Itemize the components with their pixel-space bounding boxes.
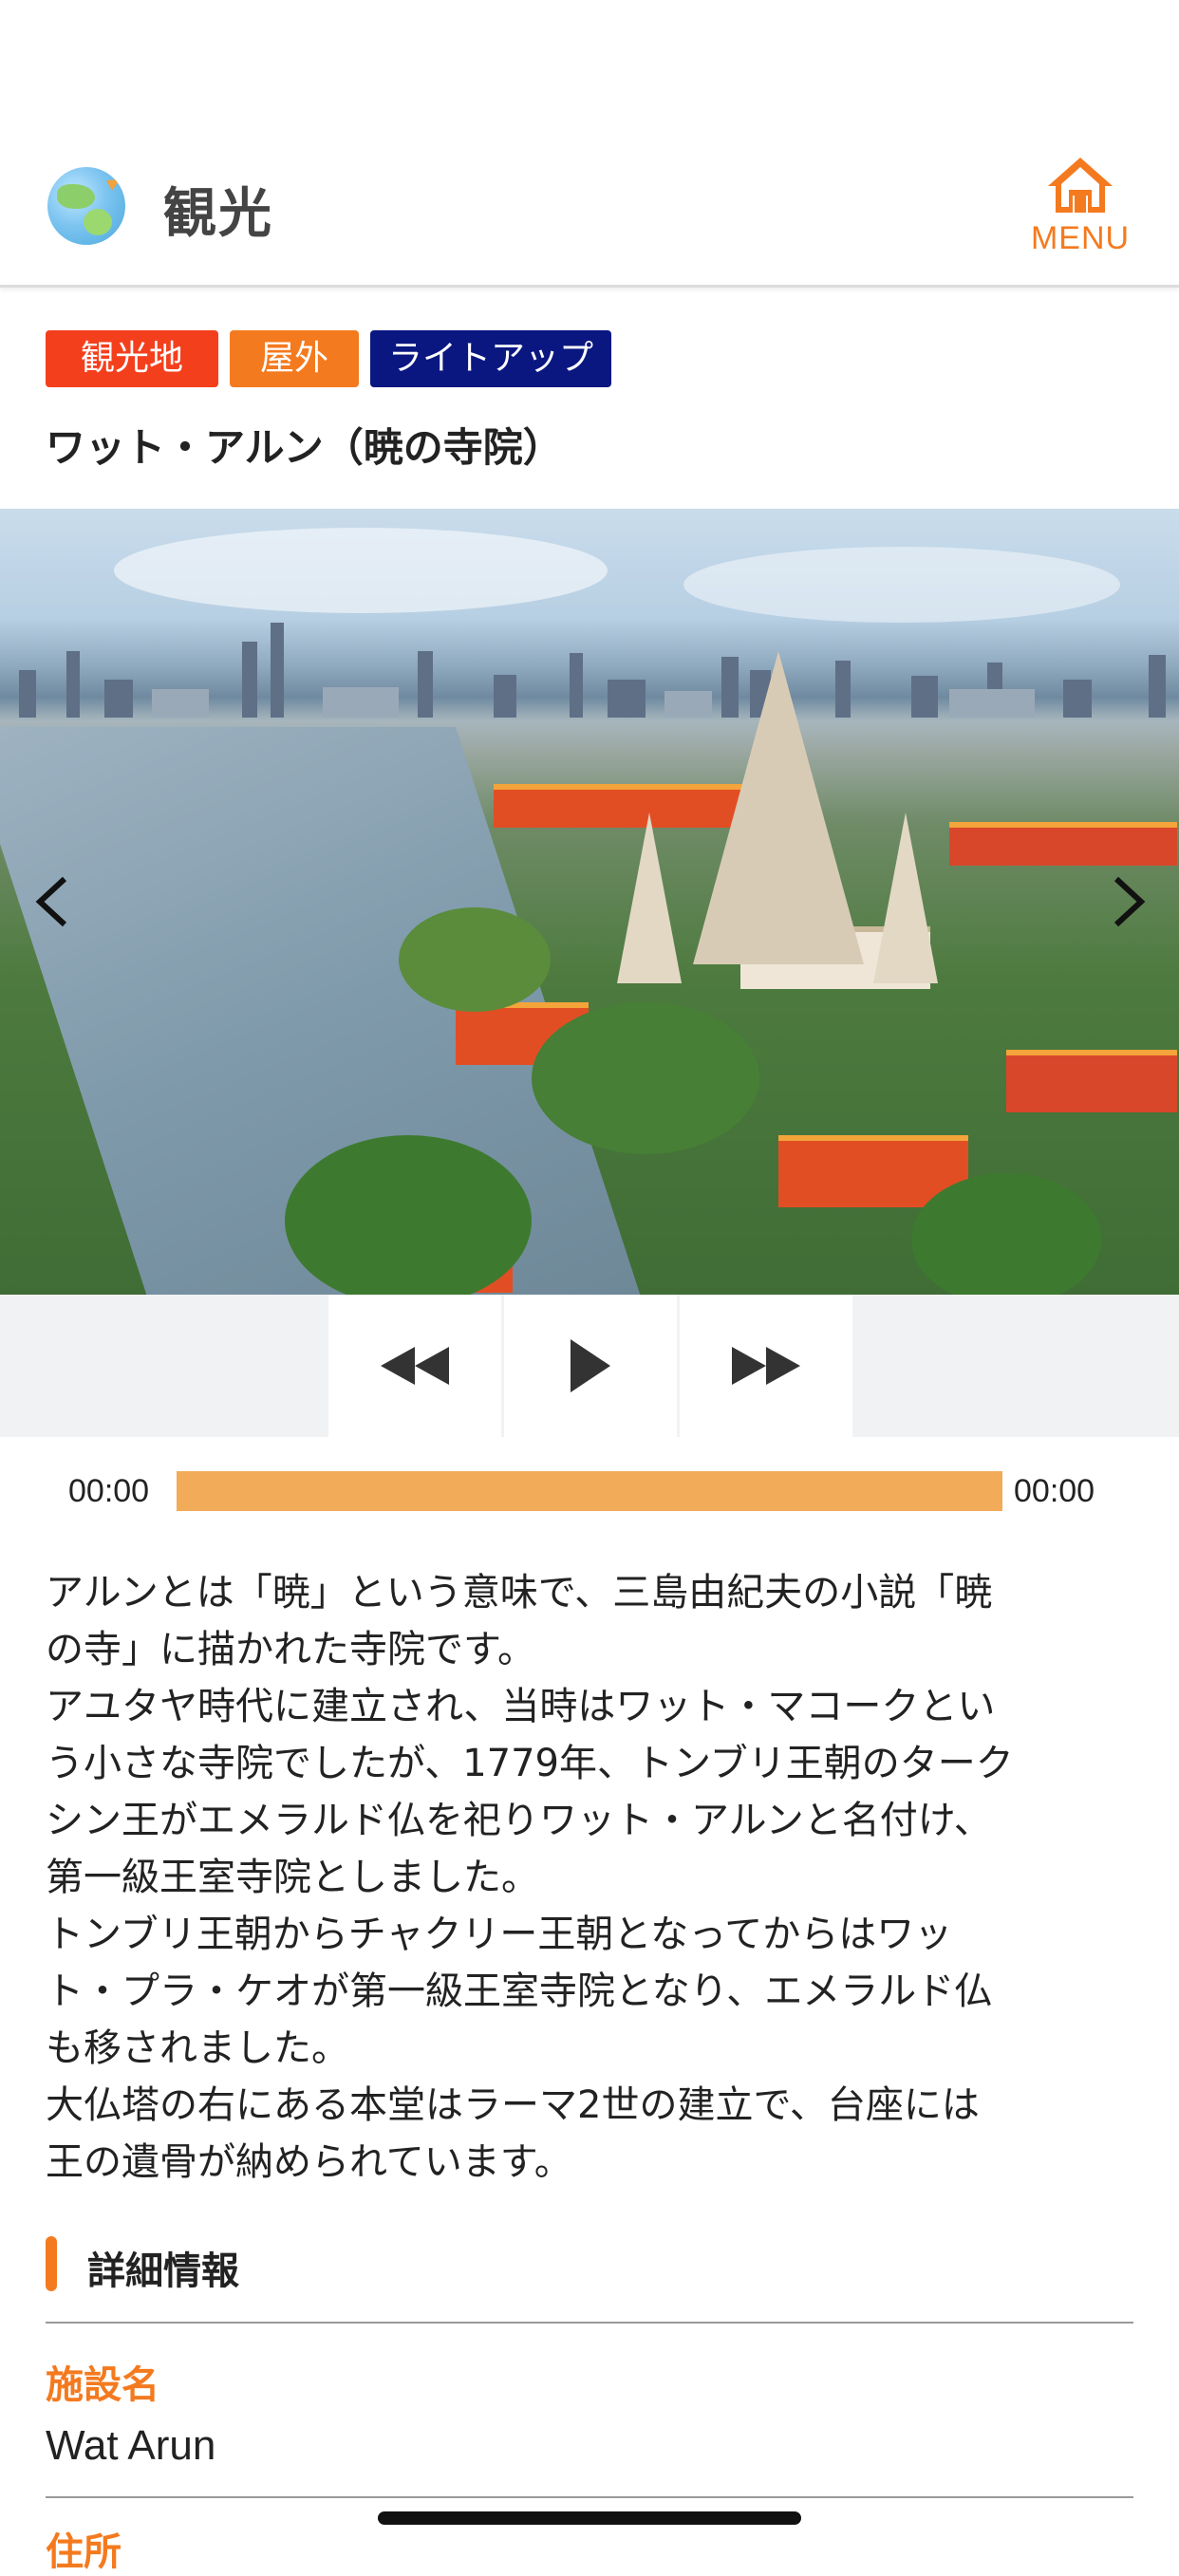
chevron-left-icon [35, 876, 67, 927]
spot-photo [0, 509, 1179, 1295]
menu-label: MENU [1030, 220, 1131, 256]
gallery-next-button[interactable] [1097, 873, 1154, 930]
time-total: 00:00 [1014, 1473, 1095, 1509]
rewind-button[interactable] [328, 1295, 501, 1437]
time-elapsed: 00:00 [68, 1473, 150, 1509]
chevron-right-icon [1114, 876, 1146, 927]
menu-button[interactable]: MENU [1023, 152, 1137, 266]
details-heading: 詳細情報 [87, 2249, 239, 2293]
rewind-icon [381, 1347, 449, 1385]
gallery-prev-button[interactable] [27, 873, 84, 930]
divider [46, 2322, 1133, 2324]
tag-outdoor: 屋外 [230, 330, 359, 387]
spot-title: ワット・アルン（暁の寺院） [46, 424, 563, 471]
fast-forward-button[interactable] [680, 1295, 852, 1437]
play-button[interactable] [504, 1295, 677, 1437]
fast-forward-icon [732, 1347, 800, 1385]
home-icon [1048, 158, 1113, 213]
audio-progress-bar[interactable] [177, 1471, 1002, 1511]
section-accent-bar [46, 2236, 57, 2291]
address-label: 住所 [46, 2530, 122, 2574]
home-indicator [378, 2511, 801, 2525]
facility-name-value: Wat Arun [46, 2422, 216, 2469]
page-title: 観光 [163, 183, 273, 245]
tag-sightseeing: 観光地 [46, 330, 218, 387]
globe-plane-icon [47, 167, 125, 245]
play-icon [571, 1339, 610, 1392]
spot-description: アルンとは「暁」という意味で、三島由紀夫の小説「暁 の寺」に描かれた寺院です。 … [46, 1571, 1014, 2184]
divider [46, 2496, 1133, 2498]
tag-lightup: ライトアップ [370, 330, 611, 387]
facility-name-label: 施設名 [46, 2363, 159, 2407]
